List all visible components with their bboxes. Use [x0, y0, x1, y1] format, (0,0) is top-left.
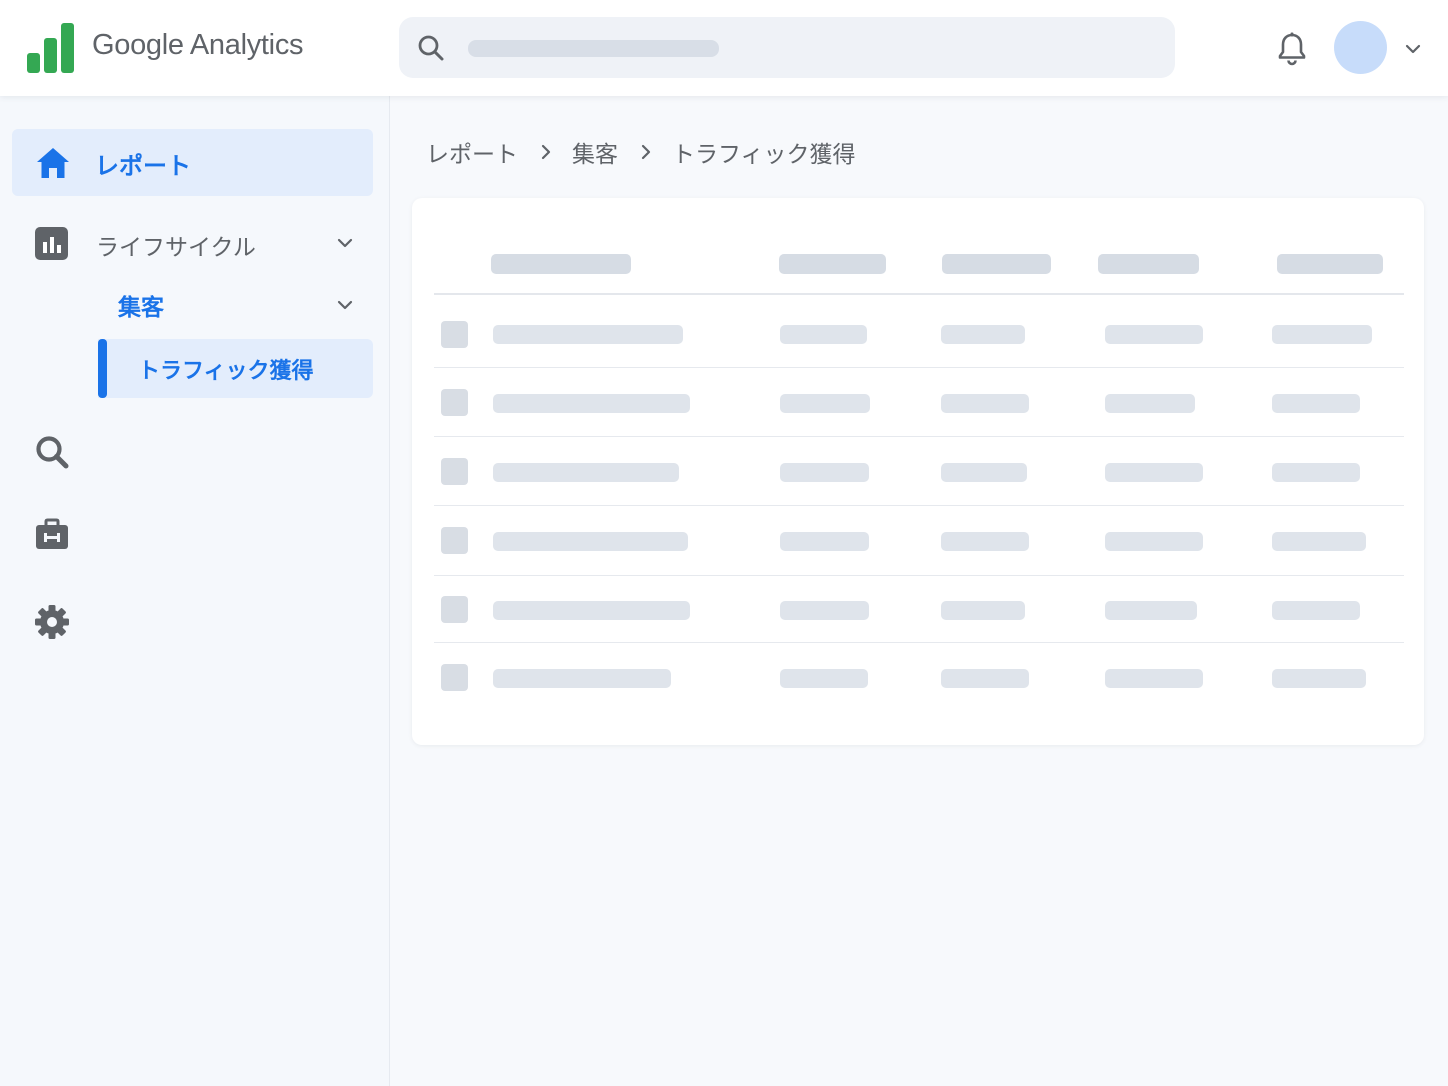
- table-cell-placeholder: [780, 601, 869, 620]
- table-cell-placeholder: [493, 325, 683, 344]
- chevron-down-icon[interactable]: [335, 233, 355, 253]
- table-cell-placeholder: [941, 325, 1025, 344]
- row-checkbox-placeholder[interactable]: [441, 664, 468, 691]
- table-cell-placeholder: [493, 669, 671, 688]
- table-cell-placeholder: [780, 532, 869, 551]
- table-cell-placeholder: [1272, 463, 1360, 482]
- table-cell-placeholder: [1105, 463, 1203, 482]
- row-checkbox-placeholder[interactable]: [441, 321, 468, 348]
- breadcrumb-item-traffic-acquisition: トラフィック獲得: [672, 142, 856, 168]
- table-cell-placeholder: [1105, 669, 1203, 688]
- row-divider: [434, 367, 1404, 368]
- table-cell-placeholder: [941, 601, 1025, 620]
- table-cell-placeholder: [1105, 601, 1197, 620]
- breadcrumb-item-reports[interactable]: レポート: [426, 135, 518, 169]
- row-checkbox-placeholder[interactable]: [441, 527, 468, 554]
- bell-icon[interactable]: [1276, 32, 1308, 66]
- briefcase-icon[interactable]: [33, 516, 71, 554]
- column-header-placeholder: [942, 254, 1051, 274]
- bar-chart-icon: [35, 227, 68, 260]
- analytics-logo-icon[interactable]: [27, 23, 75, 73]
- active-indicator: [98, 339, 107, 398]
- table-cell-placeholder: [493, 394, 690, 413]
- header-divider: [434, 293, 1404, 295]
- sidebar-item-traffic-acquisition[interactable]: トラフィック獲得: [98, 339, 373, 398]
- top-bar: Google Analytics: [0, 0, 1448, 96]
- table-cell-placeholder: [941, 532, 1029, 551]
- sidebar-item-reports[interactable]: レポート: [12, 129, 373, 196]
- row-divider: [434, 575, 1404, 576]
- table-cell-placeholder: [1272, 532, 1366, 551]
- table-cell-placeholder: [941, 669, 1029, 688]
- avatar[interactable]: [1334, 21, 1387, 74]
- table-cell-placeholder: [780, 669, 868, 688]
- sidebar-item-label: 集客: [118, 295, 164, 321]
- table-cell-placeholder: [493, 532, 688, 551]
- row-checkbox-placeholder[interactable]: [441, 389, 468, 416]
- sidebar-item-label: トラフィック獲得: [138, 359, 314, 384]
- row-divider: [434, 436, 1404, 437]
- table-cell-placeholder: [493, 463, 679, 482]
- table-cell-placeholder: [1105, 394, 1195, 413]
- sidebar-item-acquisition[interactable]: 集客: [118, 283, 370, 331]
- table-cell-placeholder: [1272, 394, 1360, 413]
- chevron-right-icon: [641, 144, 651, 160]
- search-bar[interactable]: [399, 17, 1175, 78]
- row-checkbox-placeholder[interactable]: [441, 596, 468, 623]
- table-cell-placeholder: [941, 463, 1027, 482]
- table-cell-placeholder: [493, 601, 690, 620]
- chevron-down-icon[interactable]: [1404, 40, 1422, 58]
- table-cell-placeholder: [1272, 601, 1360, 620]
- brand-name: Google Analytics: [92, 29, 304, 61]
- column-header-placeholder: [491, 254, 631, 274]
- search-placeholder: [468, 40, 719, 57]
- chevron-down-icon[interactable]: [335, 295, 355, 315]
- home-icon: [37, 148, 69, 178]
- table-cell-placeholder: [780, 394, 870, 413]
- gear-icon[interactable]: [33, 603, 71, 641]
- search-icon: [418, 35, 444, 61]
- sidebar: レポート ライフサイクル 集客 トラフィック獲得: [0, 96, 390, 1086]
- chevron-right-icon: [541, 144, 551, 160]
- breadcrumb-item-acquisition[interactable]: 集客: [572, 135, 618, 169]
- table-cell-placeholder: [1105, 532, 1203, 551]
- sidebar-item-label: ライフサイクル: [96, 235, 256, 261]
- table-cell-placeholder: [780, 325, 867, 344]
- table-cell-placeholder: [941, 394, 1029, 413]
- report-table-card: [412, 198, 1424, 745]
- row-divider: [434, 642, 1404, 643]
- column-header-placeholder: [1277, 254, 1383, 274]
- column-header-placeholder: [1098, 254, 1199, 274]
- row-divider: [434, 505, 1404, 506]
- table-cell-placeholder: [1272, 669, 1366, 688]
- breadcrumb: レポート 集客 トラフィック獲得: [426, 136, 856, 168]
- column-header-placeholder: [779, 254, 886, 274]
- table-cell-placeholder: [780, 463, 869, 482]
- sidebar-item-label: レポート: [95, 152, 191, 180]
- row-checkbox-placeholder[interactable]: [441, 458, 468, 485]
- search-icon[interactable]: [33, 433, 71, 471]
- table-cell-placeholder: [1105, 325, 1203, 344]
- table-cell-placeholder: [1272, 325, 1372, 344]
- sidebar-item-lifecycle[interactable]: ライフサイクル: [30, 221, 370, 269]
